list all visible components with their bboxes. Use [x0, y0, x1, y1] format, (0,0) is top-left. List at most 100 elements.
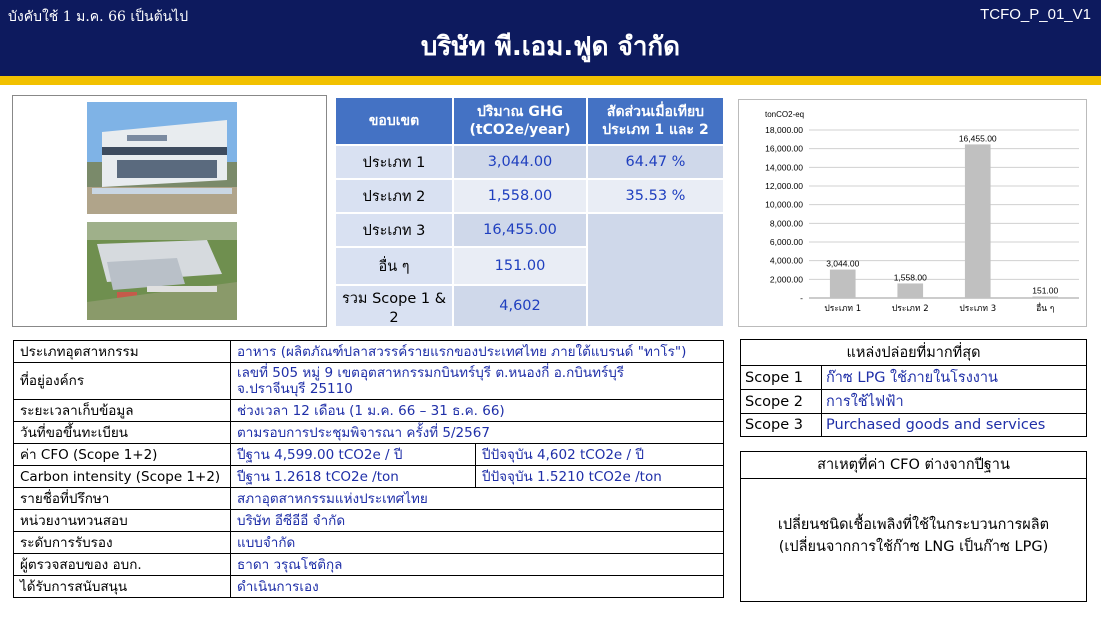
ghg-scope-label: อื่น ๆ [334, 246, 454, 286]
ghg-row-scope3: ประเภท 3 16,455.00 [334, 212, 725, 328]
emission-source-name: ก๊าซ LPG ใช้ภายในโรงงาน [821, 365, 1087, 390]
chart-y-tick-label: 16,000.00 [765, 144, 803, 154]
chart-y-tick-label: - [800, 293, 803, 303]
info-key: ประเภทอุตสาหกรรม [13, 340, 231, 363]
ghg-summary-table: ขอบเขต ปริมาณ GHG (tCO2e/year) สัดส่วนเม… [334, 96, 725, 328]
factory-building-photo [87, 102, 237, 214]
info-value-base: ปีฐาน 4,599.00 tCO2e / ปี [230, 443, 476, 466]
info-key: ที่อยู่องค์กร [13, 362, 231, 400]
emission-source-row: Scope 1 ก๊าซ LPG ใช้ภายในโรงงาน [740, 365, 1087, 390]
info-value: บริษัท อีซีอีอี จำกัด [230, 509, 724, 532]
chart-y-tick-label: 14,000.00 [765, 162, 803, 172]
effective-date: บังคับใช้ 1 ม.ค. 66 เป็นต้นไป [8, 9, 189, 25]
ghg-ratio-empty [586, 212, 725, 328]
factory-aerial-photo [87, 222, 237, 320]
chart-y-tick-label: 18,000.00 [765, 125, 803, 135]
chart-x-tick-label: ประเภท 3 [959, 304, 996, 314]
chart-x-tick-label: ประเภท 2 [892, 304, 929, 314]
reason-line-1: เปลี่ยนชนิดเชื้อเพลิงที่ใช้ในกระบวนการผล… [777, 517, 1050, 533]
emission-source-scope: Scope 1 [740, 365, 822, 390]
info-value: อาหาร (ผลิตภัณฑ์ปลาสวรรค์รายแรกของประเทศ… [230, 340, 724, 363]
info-row-consultant: รายชื่อที่ปรึกษา สภาอุตสาหกรรมแห่งประเทศ… [13, 487, 724, 510]
chart-y-tick-label: 2,000.00 [770, 274, 803, 284]
ghg-amount: 151.00 [452, 246, 588, 286]
company-title: บริษัท พี.เอม.ฟูด จำกัด [420, 32, 681, 62]
emission-source-name: การใช้ไฟฟ้า [821, 389, 1087, 414]
chart-canvas: tonCO2-eq - 2,000.00 4,000.00 6,000.00 8,000… [765, 110, 1079, 314]
ghg-amount: 4,602 [452, 284, 588, 328]
info-row-assurance: ระดับการรับรอง แบบจำกัด [13, 531, 724, 554]
cfo-difference-reason: เปลี่ยนชนิดเชื้อเพลิงที่ใช้ในกระบวนการผล… [740, 478, 1087, 602]
info-value: แบบจำกัด [230, 531, 724, 554]
info-value-current: ปีปัจจุบัน 4,602 tCO2e / ปี [475, 443, 724, 466]
chart-y-tick-label: 6,000.00 [770, 237, 803, 247]
ghg-row-scope1: ประเภท 1 3,044.00 64.47 % [334, 144, 725, 180]
info-value: ธาดา วรุณโชติกุล [230, 553, 724, 576]
info-value: ช่วงเวลา 12 เดือน (1 ม.ค. 66 – 31 ธ.ค. 6… [230, 399, 724, 422]
emission-source-name: Purchased goods and services [821, 413, 1087, 437]
ghg-bar-chart: tonCO2-eq - 2,000.00 4,000.00 6,000.00 8,000… [738, 99, 1087, 327]
emission-source-scope: Scope 2 [740, 389, 822, 414]
info-key: ระยะเวลาเก็บข้อมูล [13, 399, 231, 422]
emission-sources-title: แหล่งปล่อยที่มากที่สุด [740, 339, 1087, 366]
info-value: ตามรอบการประชุมพิจารณา ครั้งที่ 5/2567 [230, 421, 724, 444]
info-row-industry: ประเภทอุตสาหกรรม อาหาร (ผลิตภัณฑ์ปลาสวรร… [13, 340, 724, 363]
ghg-row-scope2: ประเภท 2 1,558.00 35.53 % [334, 178, 725, 214]
info-key: ระดับการรับรอง [13, 531, 231, 554]
info-row-cfo: ค่า CFO (Scope 1+2) ปีฐาน 4,599.00 tCO2e… [13, 443, 724, 466]
ghg-scope-label: ประเภท 3 [334, 212, 454, 248]
emission-source-row: Scope 3 Purchased goods and services [740, 413, 1087, 437]
info-key: Carbon intensity (Scope 1+2) [13, 465, 231, 488]
ghg-scope-label: รวม Scope 1 & 2 [334, 284, 454, 328]
chart-bar [897, 283, 924, 298]
info-row-registration: วันที่ขอขึ้นทะเบียน ตามรอบการประชุมพิจาร… [13, 421, 724, 444]
info-key: รายชื่อที่ปรึกษา [13, 487, 231, 510]
chart-data-label: 16,455.00 [959, 133, 997, 143]
info-row-auditor: ผู้ตรวจสอบของ อบก. ธาดา วรุณโชติกุล [13, 553, 724, 576]
reason-line-2: (เปลี่ยนจากการใช้ก๊าซ LNG เป็นก๊าซ LPG) [778, 539, 1049, 555]
ghg-ratio: 64.47 % [586, 144, 725, 180]
chart-y-tick-label: 4,000.00 [770, 256, 803, 266]
info-value: สภาอุตสาหกรรมแห่งประเทศไทย [230, 487, 724, 510]
info-row-intensity: Carbon intensity (Scope 1+2) ปีฐาน 1.261… [13, 465, 724, 488]
chart-bar [1032, 296, 1059, 298]
document-code: TCFO_P_01_V1 [980, 6, 1091, 23]
ghg-ratio: 35.53 % [586, 178, 725, 214]
chart-bar [964, 144, 991, 298]
info-key: ได้รับการสนับสนุน [13, 575, 231, 598]
info-key: ค่า CFO (Scope 1+2) [13, 443, 231, 466]
header-gold-stripe [0, 76, 1101, 85]
info-row-address: ที่อยู่องค์กร เลขที่ 505 หมู่ 9 เขตอุตสา… [13, 362, 724, 400]
ghg-header-ratio: สัดส่วนเมื่อเทียบ ประเภท 1 และ 2 [586, 96, 725, 146]
emission-sources-table: แหล่งปล่อยที่มากที่สุด Scope 1 ก๊าซ LPG … [740, 339, 1087, 437]
chart-y-tick-label: 12,000.00 [765, 181, 803, 191]
chart-x-tick-label: อื่น ๆ [1036, 302, 1054, 314]
chart-data-label: 3,044.00 [826, 259, 859, 269]
info-row-support: ได้รับการสนับสนุน ดำเนินการเอง [13, 575, 724, 598]
organization-info-table: ประเภทอุตสาหกรรม อาหาร (ผลิตภัณฑ์ปลาสวรร… [13, 340, 724, 598]
info-key: ผู้ตรวจสอบของ อบก. [13, 553, 231, 576]
info-value-base: ปีฐาน 1.2618 tCO2e /ton [230, 465, 476, 488]
chart-data-label: 1,558.00 [894, 272, 927, 282]
chart-y-axis-label: tonCO2-eq [765, 110, 804, 119]
ghg-amount: 1,558.00 [452, 178, 588, 214]
info-row-period: ระยะเวลาเก็บข้อมูล ช่วงเวลา 12 เดือน (1 … [13, 399, 724, 422]
ghg-amount: 3,044.00 [452, 144, 588, 180]
chart-x-tick-label: ประเภท 1 [824, 304, 861, 314]
photo-panel [12, 95, 327, 327]
info-key: วันที่ขอขึ้นทะเบียน [13, 421, 231, 444]
info-value: ดำเนินการเอง [230, 575, 724, 598]
chart-data-label: 151.00 [1032, 286, 1058, 296]
cfo-difference-title: สาเหตุที่ค่า CFO ต่างจากปีฐาน [740, 451, 1087, 479]
emission-source-scope: Scope 3 [740, 413, 822, 437]
chart-bar [829, 269, 856, 298]
ghg-header-amount: ปริมาณ GHG (tCO2e/year) [452, 96, 588, 146]
info-row-verifier: หน่วยงานทวนสอบ บริษัท อีซีอีอี จำกัด [13, 509, 724, 532]
info-value-current: ปีปัจจุบัน 1.5210 tCO2e /ton [475, 465, 724, 488]
chart-y-tick-label: 8,000.00 [770, 218, 803, 228]
ghg-amount: 16,455.00 [452, 212, 588, 248]
ghg-scope-label: ประเภท 2 [334, 178, 454, 214]
ghg-scope-label: ประเภท 1 [334, 144, 454, 180]
chart-y-tick-label: 10,000.00 [765, 200, 803, 210]
info-value: เลขที่ 505 หมู่ 9 เขตอุตสาหกรรมกบินทร์บุ… [230, 362, 724, 400]
